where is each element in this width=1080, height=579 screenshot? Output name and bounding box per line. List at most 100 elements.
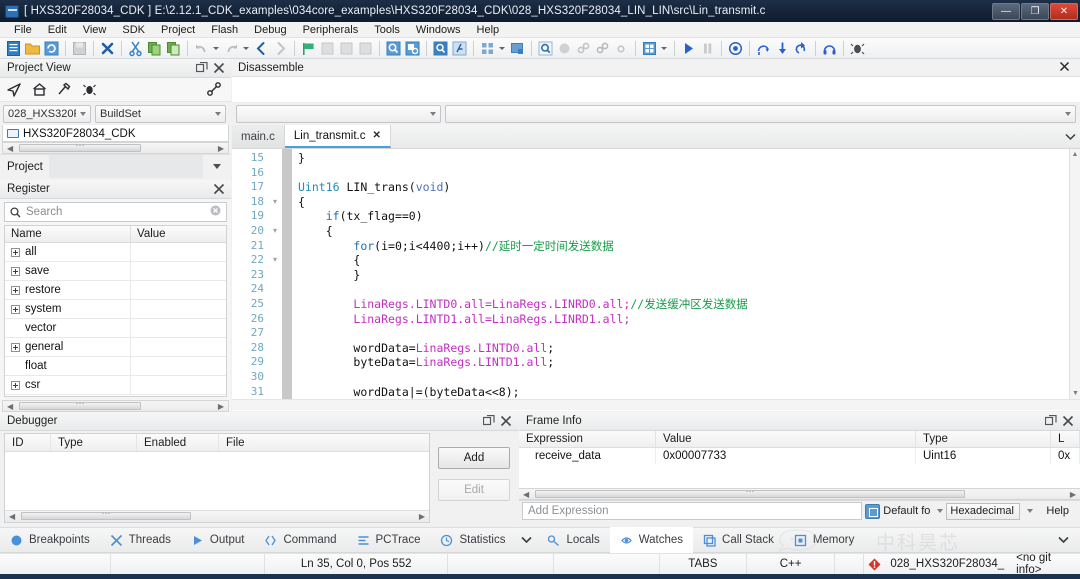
remove-breakpoint-icon[interactable] [594,40,611,57]
menu-tools[interactable]: Tools [366,22,408,38]
menu-flash[interactable]: Flash [203,22,246,38]
debug-search-icon[interactable] [537,40,554,57]
reset-icon[interactable] [727,40,744,57]
float-icon[interactable] [1044,414,1057,427]
chevron-down-icon[interactable] [1027,509,1034,513]
add-expression-icon[interactable] [865,503,881,519]
frame-info-hscrollbar[interactable]: ◀ ▶ [519,488,1080,500]
tab-statistics[interactable]: Statistics [430,527,515,553]
help-button[interactable]: Help [1046,505,1069,517]
step-out-icon[interactable] [793,40,810,57]
left-tabs-overflow-icon[interactable] [515,536,537,544]
register-table[interactable]: Name Value all save restore system vector gen… [4,225,227,397]
headphone-icon[interactable] [821,40,838,57]
menu-sdk[interactable]: SDK [114,22,153,38]
scope-combo[interactable] [236,105,441,123]
replace-icon[interactable] [404,40,421,57]
table-row[interactable]: all [5,243,226,262]
scroll-up-icon[interactable]: ▲ [1070,149,1080,160]
step-over-icon[interactable] [755,40,772,57]
right-tabs-overflow-icon[interactable] [1052,536,1074,544]
tab-call-stack[interactable]: Call Stack [693,527,784,553]
scroll-right-icon[interactable]: ▶ [1070,490,1076,499]
float-icon[interactable] [482,414,495,427]
register-search-input[interactable]: Search [4,202,227,222]
new-file-icon[interactable] [5,40,22,57]
tab-pctrace[interactable]: PCTrace [347,527,431,553]
table-row[interactable]: system [5,300,226,319]
bug-icon[interactable] [849,40,866,57]
table-row[interactable]: csr [5,376,226,395]
clean-icon[interactable] [338,40,355,57]
project-section-header[interactable]: Project [0,154,231,178]
scroll-left-icon[interactable]: ◀ [7,144,13,153]
code-editor[interactable]: 1516171819202122232425262728293031323334… [232,149,1080,410]
tab-output[interactable]: Output [181,527,255,553]
close-icon[interactable] [1062,415,1074,427]
redo-dropdown-icon[interactable] [242,40,251,56]
menu-debug[interactable]: Debug [246,22,294,38]
fold-toggle-icon[interactable]: ▾ [268,253,282,268]
edit-button[interactable]: Edit [438,479,510,501]
forward-nav-icon[interactable] [272,40,289,57]
expand-icon[interactable] [11,266,20,276]
symbol-combo[interactable] [445,105,1076,123]
expand-icon[interactable] [11,342,20,352]
scroll-thumb[interactable] [19,402,141,410]
layout-dropdown-icon[interactable] [498,40,507,56]
menu-peripherals[interactable]: Peripherals [295,22,367,38]
float-icon[interactable] [195,61,208,74]
tab-main-c[interactable]: main.c [232,125,285,148]
minimize-button[interactable]: — [992,2,1020,20]
scroll-thumb[interactable] [19,144,141,152]
project-tree[interactable]: HXS320F28034_CDK [2,125,229,142]
tab-threads[interactable]: Threads [100,527,181,553]
tab-locals[interactable]: Locals [537,527,609,553]
code-horizontal-scrollbar[interactable] [232,399,1080,410]
scroll-left-icon[interactable]: ◀ [7,402,13,411]
link-icon[interactable] [206,81,223,98]
find-in-files-icon[interactable] [432,40,449,57]
close-file-icon[interactable] [99,40,116,57]
menu-project[interactable]: Project [153,22,203,38]
project-tree-hscrollbar[interactable]: ◀ ▶ [2,142,229,154]
table-row[interactable]: save [5,262,226,281]
table-row[interactable]: general [5,338,226,357]
layout-icon[interactable] [479,40,496,57]
disable-breakpoint-icon[interactable] [575,40,592,57]
run-icon[interactable] [680,40,697,57]
copy-icon[interactable] [146,40,163,57]
close-icon[interactable] [213,183,225,195]
menu-edit[interactable]: Edit [40,22,75,38]
tab-overflow-icon[interactable] [1060,125,1080,148]
frame-info-table[interactable]: Expression Value Type L receive_data 0x0… [519,431,1080,501]
scroll-down-icon[interactable]: ▼ [1070,388,1080,399]
register-dropdown-icon[interactable] [660,40,669,56]
save-icon[interactable] [71,40,88,57]
undo-icon[interactable] [193,40,210,57]
register-hscrollbar[interactable]: ◀ ▶ [2,400,229,412]
tab-memory[interactable]: Memory [784,527,865,553]
add-button[interactable]: Add [438,447,510,469]
chevron-down-icon[interactable] [937,509,944,513]
tab-breakpoints[interactable]: Breakpoints [0,527,100,553]
tree-row-root[interactable]: HXS320F28034_CDK [3,126,228,141]
scroll-right-icon[interactable]: ▶ [419,512,425,521]
table-row[interactable]: receive_data 0x00007733 Uint16 0x [519,448,1080,464]
undo-dropdown-icon[interactable] [212,40,221,56]
add-expression-input[interactable]: Add Expression [522,502,863,520]
pause-icon[interactable] [699,40,716,57]
build-icon[interactable] [56,81,73,98]
scroll-thumb[interactable] [21,512,191,520]
table-row[interactable]: restore [5,281,226,300]
clear-search-icon[interactable] [210,205,221,219]
expand-icon[interactable] [11,304,20,314]
code-fold-column[interactable]: ▾ ▾ ▾ [268,149,282,410]
code-vertical-scrollbar[interactable]: ▲ ▼ [1069,149,1080,410]
hex-format-combo[interactable]: Hexadecimal [946,502,1021,520]
menu-file[interactable]: File [6,22,40,38]
scroll-thumb[interactable] [535,490,965,498]
maximize-button[interactable]: ❐ [1021,2,1049,20]
menu-view[interactable]: View [75,22,115,38]
redo-icon[interactable] [223,40,240,57]
